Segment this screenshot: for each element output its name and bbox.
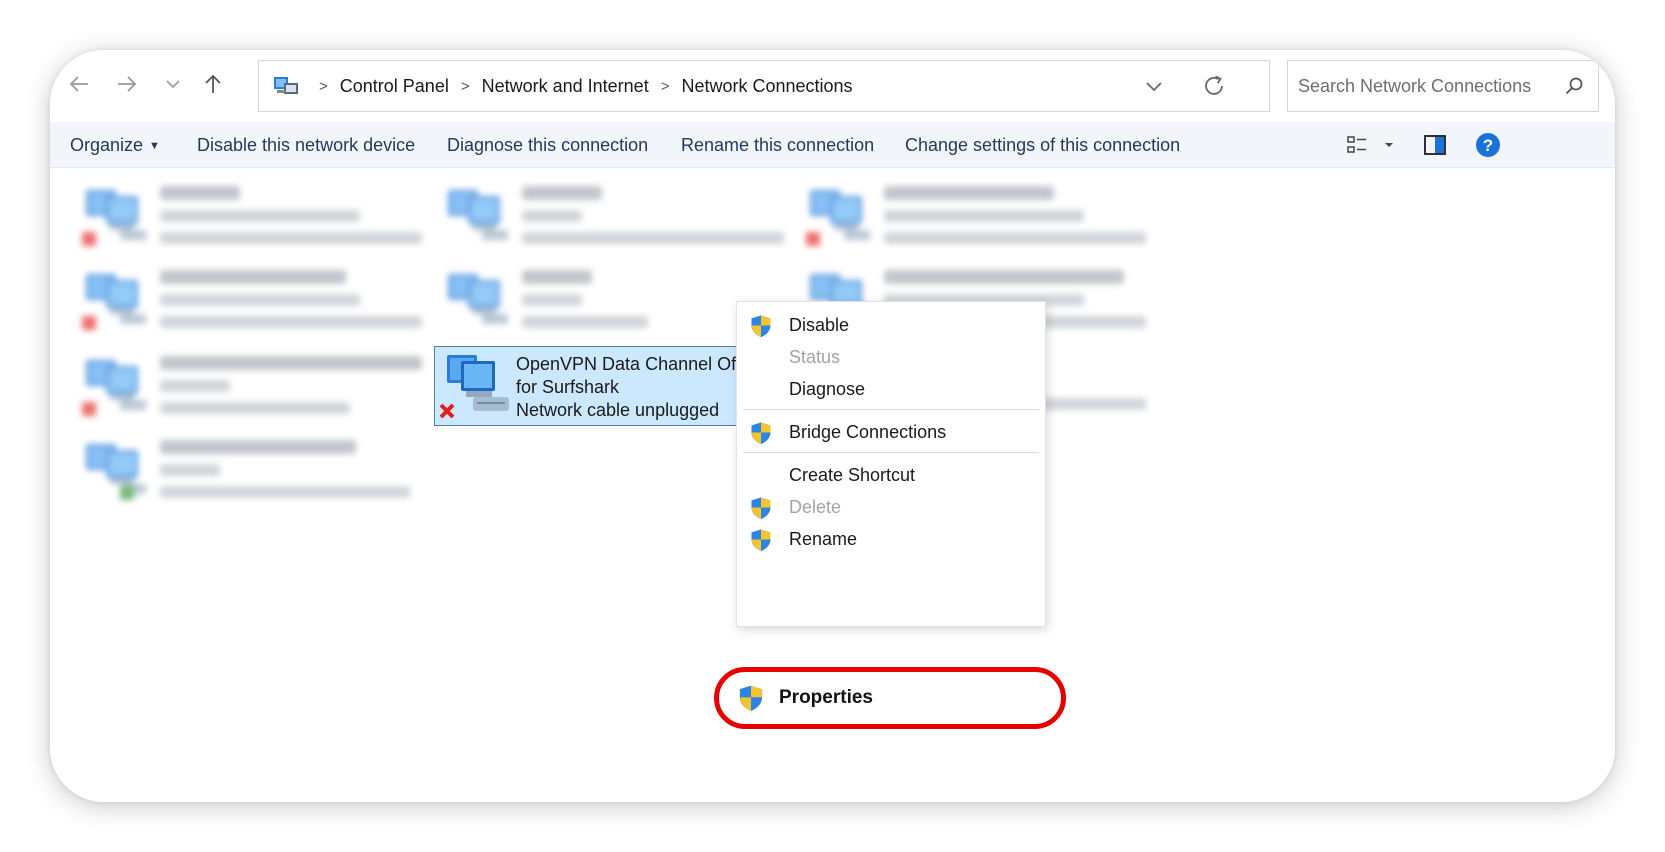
menu-separator [743, 409, 1039, 410]
uac-shield-icon [749, 496, 773, 520]
menu-item-status[interactable]: Status [737, 341, 1045, 373]
menu-item-properties[interactable]: Properties [714, 667, 1066, 729]
address-row: > Control Panel > Network and Internet >… [50, 50, 1615, 122]
menu-item-diagnose-label: Diagnose [789, 379, 866, 399]
network-adapter-icon [442, 184, 512, 246]
menu-item-diagnose[interactable]: Diagnose [737, 373, 1045, 405]
organize-menu[interactable]: Organize ▼ [70, 122, 160, 168]
search-box[interactable] [1287, 60, 1599, 112]
breadcrumb-control-panel[interactable]: Control Panel [340, 76, 449, 97]
recent-locations-button[interactable] [156, 64, 190, 104]
preview-pane-button[interactable] [1423, 132, 1447, 158]
network-adapter-icon [442, 268, 512, 330]
explorer-window: > Control Panel > Network and Internet >… [50, 50, 1615, 802]
svg-text:?: ? [1483, 136, 1493, 155]
menu-item-properties-label: Properties [779, 687, 873, 708]
arrow-left-icon [69, 76, 88, 92]
menu-item-disable-label: Disable [789, 315, 850, 335]
connection-item-obscured[interactable] [80, 434, 440, 512]
menu-item-delete[interactable]: Delete [737, 491, 1045, 523]
caret-down-icon: ▼ [149, 140, 160, 152]
connection-item-obscured[interactable] [80, 264, 440, 342]
address-bar[interactable]: > Control Panel > Network and Internet >… [258, 60, 1270, 112]
uac-shield-icon [749, 314, 773, 338]
search-input[interactable] [1298, 61, 1548, 111]
network-adapter-icon [806, 184, 874, 246]
network-adapter-icon [82, 184, 150, 246]
caret-down-icon [1385, 143, 1393, 147]
network-adapter-icon [82, 268, 150, 330]
organize-label: Organize [70, 135, 144, 155]
uac-shield-icon [749, 528, 773, 552]
menu-item-bridge-connections[interactable]: Bridge Connections [737, 416, 1045, 448]
connection-item-obscured[interactable] [80, 350, 440, 428]
breadcrumb: > Control Panel > Network and Internet >… [307, 61, 853, 111]
connection-item-obscured[interactable] [804, 180, 1164, 258]
network-adapter-icon [439, 355, 509, 419]
up-button[interactable] [196, 64, 230, 104]
connection-item-obscured[interactable] [80, 180, 440, 258]
chevron-down-icon [166, 80, 180, 89]
connection-item-obscured[interactable] [442, 180, 802, 258]
disable-device-button[interactable]: Disable this network device [197, 122, 415, 168]
view-options-button[interactable] [1346, 132, 1396, 158]
back-button[interactable] [62, 64, 96, 104]
menu-item-delete-label: Delete [789, 497, 842, 517]
breadcrumb-separator[interactable]: > [319, 78, 328, 95]
menu-item-disable[interactable]: Disable [737, 309, 1045, 341]
help-button[interactable]: ? [1475, 132, 1501, 158]
arrow-up-icon [205, 74, 221, 93]
control-panel-icon [274, 77, 298, 94]
arrow-right-icon [118, 76, 137, 92]
breadcrumb-separator[interactable]: > [661, 78, 670, 95]
command-bar: Organize ▼ Disable this network device Di… [50, 122, 1615, 168]
menu-item-rename-label: Rename [789, 529, 858, 549]
menu-item-status-label: Status [789, 347, 841, 367]
search-icon[interactable] [1564, 76, 1584, 96]
menu-item-create-shortcut-label: Create Shortcut [789, 465, 916, 485]
uac-shield-icon [737, 684, 765, 712]
preview-pane-icon [1424, 135, 1446, 155]
network-adapter-icon [80, 438, 150, 500]
menu-separator [743, 452, 1039, 453]
refresh-icon[interactable] [1201, 73, 1227, 99]
network-adapter-icon [82, 354, 150, 416]
uac-shield-icon [749, 421, 773, 445]
address-dropdown-icon[interactable] [1141, 75, 1167, 99]
help-icon: ? [1476, 133, 1500, 157]
change-settings-button[interactable]: Change settings of this connection [905, 122, 1180, 168]
menu-item-create-shortcut[interactable]: Create Shortcut [737, 459, 1045, 491]
diagnose-connection-button[interactable]: Diagnose this connection [447, 122, 648, 168]
menu-item-bridge-label: Bridge Connections [789, 422, 947, 442]
breadcrumb-separator[interactable]: > [461, 78, 470, 95]
rename-connection-button[interactable]: Rename this connection [681, 122, 874, 168]
forward-button[interactable] [110, 64, 144, 104]
breadcrumb-network-and-internet[interactable]: Network and Internet [482, 76, 649, 97]
breadcrumb-network-connections[interactable]: Network Connections [681, 76, 852, 97]
view-layout-icon [1347, 136, 1366, 153]
context-menu: Disable Status Diagnose Bridge Connectio… [736, 301, 1046, 627]
menu-item-rename[interactable]: Rename [737, 523, 1045, 555]
